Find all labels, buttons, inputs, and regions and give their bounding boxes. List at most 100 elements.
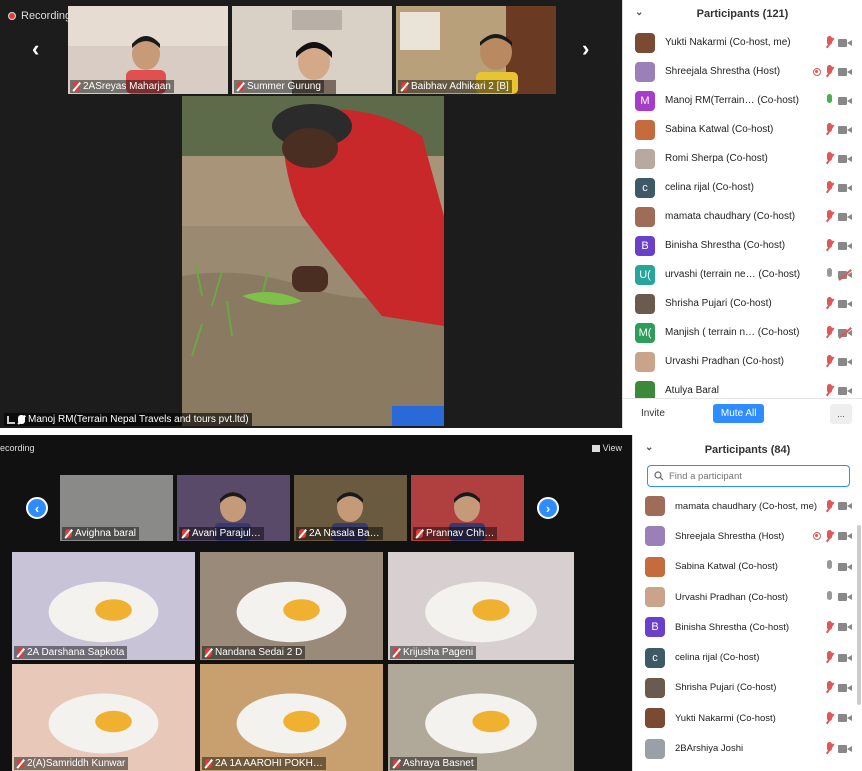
video-thumbnail[interactable]: 2A Nasala Ba… (294, 475, 407, 541)
participant-row[interactable]: M(Manjish ( terrain n… (Co-host) (623, 318, 862, 347)
participant-row[interactable]: Yukti Nakarmi (Co-host) (633, 703, 862, 733)
participants-title: Participants (121) (696, 8, 789, 20)
chevron-down-icon[interactable]: ⌄ (635, 7, 643, 18)
participant-row[interactable]: mamata chaudhary (Co-host, me) (633, 491, 862, 521)
prev-page-arrow-icon[interactable]: ‹ (32, 36, 39, 62)
mic-muted-icon[interactable] (825, 297, 834, 310)
mic-muted-icon[interactable] (825, 529, 834, 543)
participant-name: mamata chaudhary (Co-host, me) (675, 500, 818, 512)
avatar: M( (635, 322, 655, 343)
participant-status-icons (825, 384, 852, 397)
camera-icon[interactable] (838, 357, 852, 367)
participant-row[interactable]: mamata chaudhary (Co-host) (623, 202, 862, 231)
participant-row[interactable]: c celina rijal (Co-host) (623, 173, 862, 202)
mic-muted-icon[interactable] (825, 123, 834, 136)
participant-row[interactable]: Sabina Katwal (Co-host) (623, 115, 862, 144)
mic-muted-icon[interactable] (825, 152, 834, 165)
next-page-arrow-icon[interactable]: › (582, 36, 589, 62)
camera-off-icon[interactable] (838, 326, 852, 338)
video-thumbnail[interactable]: Avighna baral (60, 475, 173, 541)
camera-icon[interactable] (838, 744, 852, 754)
participant-row[interactable]: Shreejala Shrestha (Host) (623, 57, 862, 86)
camera-icon[interactable] (838, 96, 852, 106)
mic-icon[interactable] (825, 590, 834, 604)
video-thumbnail[interactable]: Avani Parajul… (177, 475, 290, 541)
mic-muted-icon[interactable] (825, 499, 834, 513)
camera-icon[interactable] (838, 125, 852, 135)
mic-icon[interactable] (825, 268, 834, 281)
participant-row[interactable]: Shrisha Pujari (Co-host) (623, 289, 862, 318)
mic-muted-icon[interactable] (825, 326, 834, 339)
participant-list: Yukti Nakarmi (Co-host, me) Shreejala Shr… (623, 28, 862, 405)
video-tile[interactable]: 2A 1A AAROHI POKH… (200, 664, 383, 771)
tile-name: Summer Gurung (234, 80, 324, 93)
mic-muted-icon[interactable] (825, 181, 834, 194)
camera-icon[interactable] (838, 622, 852, 632)
mic-muted-icon[interactable] (825, 239, 834, 252)
participant-row[interactable]: Urvashi Pradhan (Co-host) (623, 347, 862, 376)
more-options-button[interactable]: ... (830, 403, 852, 424)
chevron-down-icon[interactable]: ⌄ (645, 442, 653, 453)
participant-row[interactable]: Yukti Nakarmi (Co-host, me) (623, 28, 862, 57)
invite-button[interactable]: Invite (633, 404, 673, 423)
mic-muted-icon[interactable] (825, 384, 834, 397)
participant-search[interactable] (647, 465, 850, 487)
mic-muted-icon[interactable] (825, 36, 834, 49)
participant-row[interactable]: B Binisha Shrestha (Co-host) (623, 231, 862, 260)
camera-icon[interactable] (838, 653, 852, 663)
camera-icon[interactable] (838, 683, 852, 693)
participant-row[interactable]: M Manoj RM(Terrain… (Co-host) (623, 86, 862, 115)
view-button[interactable]: View (591, 443, 622, 453)
camera-icon[interactable] (838, 67, 852, 77)
participant-row[interactable]: B Binisha Shrestha (Co-host) (633, 612, 862, 642)
mic-muted-icon[interactable] (825, 210, 834, 223)
camera-icon[interactable] (838, 386, 852, 396)
main-speaker-video[interactable] (182, 96, 444, 426)
mic-muted-icon[interactable] (825, 355, 834, 368)
video-thumbnail[interactable]: Summer Gurung (232, 6, 392, 94)
participant-row[interactable]: Shrisha Pujari (Co-host) (633, 673, 862, 703)
video-thumbnail[interactable]: Prannav Chh… (411, 475, 524, 541)
video-tile[interactable]: 2(A)Samriddh Kunwar (12, 664, 195, 771)
video-thumbnail[interactable]: Baibhav Adhikari 2 [B] (396, 6, 556, 94)
camera-icon[interactable] (838, 212, 852, 222)
mic-muted-icon[interactable] (825, 65, 834, 78)
camera-icon[interactable] (838, 299, 852, 309)
mic-icon[interactable] (825, 560, 834, 573)
camera-off-icon[interactable] (838, 268, 852, 280)
participant-row[interactable]: U(urvashi (terrain ne… (Co-host) (623, 260, 862, 289)
camera-icon[interactable] (838, 501, 852, 511)
video-thumbnail[interactable]: 2ASreyas Maharjan (68, 6, 228, 94)
camera-icon[interactable] (838, 713, 852, 723)
camera-icon[interactable] (838, 38, 852, 48)
mic-muted-icon[interactable] (825, 651, 834, 664)
participant-list: mamata chaudhary (Co-host, me) Shreejala … (633, 491, 862, 764)
video-tile[interactable]: Nandana Sedai 2 D (200, 552, 383, 660)
recording-dot-icon (8, 12, 16, 20)
mic-muted-icon[interactable] (825, 711, 834, 725)
mute-all-button[interactable]: Mute All (712, 404, 765, 423)
participant-list-scrollbar[interactable] (857, 525, 861, 705)
camera-icon[interactable] (838, 592, 852, 602)
camera-icon[interactable] (838, 183, 852, 193)
mic-icon[interactable] (825, 94, 834, 107)
participant-row[interactable]: Urvashi Pradhan (Co-host) (633, 582, 862, 612)
camera-icon[interactable] (838, 531, 852, 541)
video-tile[interactable]: Ashraya Basnet (388, 664, 574, 771)
participant-row[interactable]: 2BArshiya Joshi (633, 733, 862, 763)
participant-row[interactable]: Romi Sherpa (Co-host) (623, 144, 862, 173)
camera-icon[interactable] (838, 241, 852, 251)
mic-muted-icon[interactable] (825, 742, 834, 755)
prev-page-arrow-icon[interactable]: ‹ (26, 497, 48, 519)
mic-muted-icon[interactable] (825, 620, 834, 634)
camera-icon[interactable] (838, 154, 852, 164)
video-tile[interactable]: Krijusha Pageni (388, 552, 574, 660)
participant-row[interactable]: c celina rijal (Co-host) (633, 642, 862, 672)
participant-row[interactable]: Shreejala Shrestha (Host) (633, 521, 862, 551)
search-input[interactable] (669, 470, 839, 482)
video-tile[interactable]: 2A Darshana Sapkota (12, 552, 195, 660)
mic-muted-icon[interactable] (825, 681, 834, 694)
next-page-arrow-icon[interactable]: › (537, 497, 559, 519)
participant-row[interactable]: Sabina Katwal (Co-host) (633, 552, 862, 582)
camera-icon[interactable] (838, 562, 852, 572)
